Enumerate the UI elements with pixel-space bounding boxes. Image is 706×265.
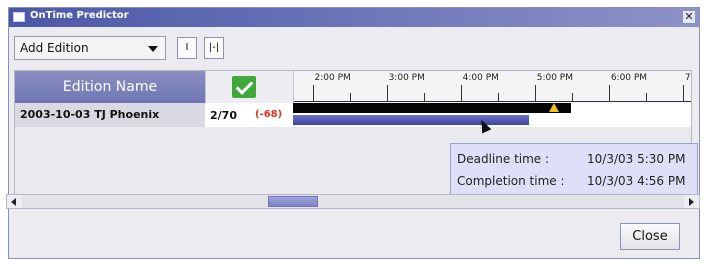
timeline-tick xyxy=(608,85,610,101)
page-delta: (-68) xyxy=(255,109,283,120)
edition-name-header[interactable]: Edition Name xyxy=(15,71,205,103)
deadline-bar[interactable] xyxy=(293,103,571,113)
timeline-half-tick xyxy=(645,93,647,101)
close-button[interactable]: Close xyxy=(620,223,680,250)
timeline-tick-label: 3:00 PM xyxy=(388,73,425,83)
timeline-tick xyxy=(460,85,462,101)
timeline-tick xyxy=(386,85,388,101)
timeline-half-tick xyxy=(423,93,425,101)
timeline-tick-label: 7:00 PM xyxy=(684,73,691,83)
timing-tooltip: Deadline time : 10/3/03 5:30 PM Completi… xyxy=(450,143,698,196)
check-column-header[interactable] xyxy=(205,71,293,103)
warning-icon xyxy=(548,103,559,112)
window-title: OnTime Predictor xyxy=(30,10,129,21)
scroll-thumb[interactable] xyxy=(267,196,318,207)
timeline-baseline xyxy=(294,101,691,102)
page-count: 2/70 xyxy=(210,109,237,122)
window-close-icon[interactable]: ✕ xyxy=(682,10,696,24)
green-check-icon xyxy=(232,76,256,98)
completion-bar[interactable] xyxy=(293,115,529,125)
timeline-tick-label: 6:00 PM xyxy=(610,73,648,83)
scroll-right-icon[interactable] xyxy=(684,195,699,208)
timeline-tick-label: 2:00 PM xyxy=(314,73,351,83)
chevron-down-icon[interactable] xyxy=(148,46,158,52)
completion-value: 10/3/03 4:56 PM xyxy=(587,174,686,188)
timeline-half-tick xyxy=(497,93,499,101)
timeline-tick-label: 5:00 PM xyxy=(536,73,573,83)
horizontal-scrollbar[interactable] xyxy=(6,194,700,209)
timeline-tick-label: 4:00 PM xyxy=(462,73,499,83)
deadline-value: 10/3/03 5:30 PM xyxy=(587,152,686,166)
timeline-tick xyxy=(534,85,536,101)
edition-name-cell[interactable]: 2003-10-03 TJ Phoenix xyxy=(15,103,205,127)
timeline-half-tick xyxy=(349,93,351,101)
timeline-lane[interactable] xyxy=(293,103,691,134)
table-row[interactable]: 2003-10-03 TJ Phoenix 2/70 (-68) xyxy=(15,103,691,134)
timeline-tick xyxy=(312,85,314,101)
timeline-half-tick xyxy=(571,93,573,101)
add-edition-value: Add Edition xyxy=(20,41,89,55)
completion-label: Completion time : xyxy=(457,174,565,188)
range-button[interactable]: |-| xyxy=(204,37,224,59)
title-bar: OnTime Predictor ✕ xyxy=(9,8,699,27)
app-icon xyxy=(13,12,25,22)
deadline-label: Deadline time : xyxy=(457,152,550,166)
scroll-left-icon[interactable] xyxy=(7,195,22,208)
timeline-tick xyxy=(682,85,684,101)
text-cursor-button[interactable]: I xyxy=(177,37,197,59)
count-cell: 2/70 (-68) xyxy=(205,103,293,127)
timeline-header: 2:00 PM 3:00 PM 4:00 PM 5:00 PM 6:00 PM 7:00 … xyxy=(293,71,691,103)
add-edition-dropdown[interactable]: Add Edition xyxy=(14,36,166,60)
